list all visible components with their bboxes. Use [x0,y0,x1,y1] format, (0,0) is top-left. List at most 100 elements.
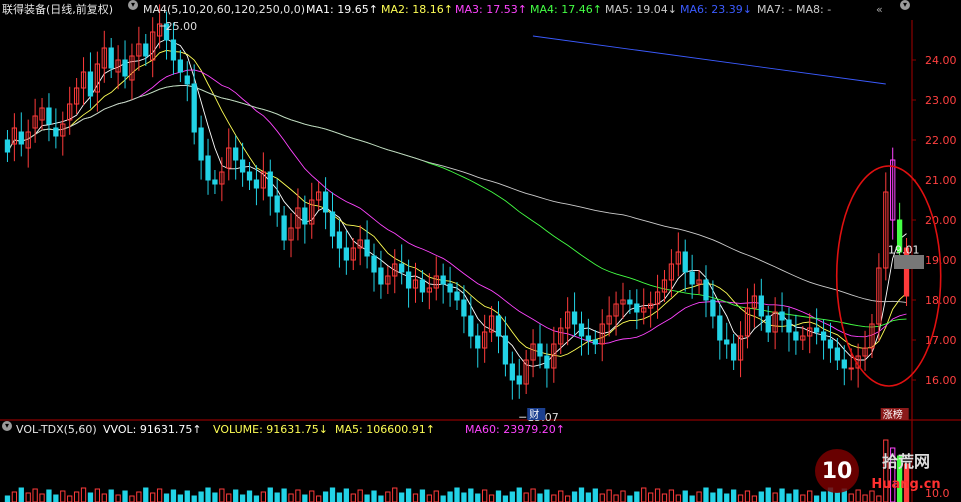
candle [108,47,114,69]
volume-bar [25,492,31,502]
volume-bar [668,489,675,502]
volume-bar [4,495,11,502]
candle [544,355,550,369]
svg-text:10: 10 [822,459,853,484]
candle [724,339,730,345]
volume-bar [530,488,536,502]
volume-bar [385,491,391,502]
candle [440,275,446,285]
candle [170,39,177,61]
price-header: 联得装备(日线,前复权) ▾ MA4(5,10,20,60,120,250,0,… [0,0,961,20]
volume-bar [233,489,239,502]
candle [447,283,453,293]
volume-bar [571,491,578,502]
candle [177,59,184,73]
candle [4,139,11,153]
candle [191,83,197,133]
volume-bar [108,489,114,502]
candle [834,347,841,361]
volume-bar [703,487,709,502]
candle [233,147,239,161]
candle [848,367,854,370]
candle [509,363,515,381]
candle [813,327,820,333]
volume-bar [592,488,598,502]
candle [703,279,709,301]
volume-bar [558,490,564,502]
ma-setting[interactable]: MA4(5,10,20,60,120,250,0,0) [143,0,305,20]
volume-bar [184,490,190,502]
candle [302,207,308,225]
volume-bar [800,494,806,502]
candle [454,291,460,301]
candle [336,231,343,249]
volume-bar [156,488,163,502]
candle [246,171,253,181]
volume-bar [253,495,260,502]
volume-bar [516,487,522,502]
volume-bar [60,490,66,502]
volume-bar [295,489,301,502]
volume-bar [495,490,502,502]
y-tick-label: 16.00 [925,374,957,387]
candle [502,335,509,365]
volume-bar [454,487,460,502]
volume-bar [371,490,377,502]
ma3-value: MA3: 17.53↑ [455,3,527,16]
vvol-value: VVOL: 91631.75↑ [103,423,202,436]
volume-bar [565,495,571,502]
volume-bar [101,493,107,502]
volume-bar [461,492,467,502]
volume-header: ▾ VOL-TDX(5,60) VVOL: 91631.75↑ VOLUME: … [0,421,961,439]
volume-bar [696,491,702,502]
candle [122,59,128,77]
volume-bar [281,488,287,502]
volume-bar [322,491,329,502]
candle [371,255,377,273]
volume-bar [772,492,778,502]
candle [281,215,287,241]
candle [537,343,543,357]
volume-bar [412,493,419,502]
candle [143,43,149,57]
candle [578,323,585,337]
volume-bar [710,492,716,502]
volume-bar [468,488,474,502]
candle [627,299,633,305]
svg-text:Huang.cn: Huang.cn [871,477,940,492]
volume-bar [689,495,695,502]
volume-bar [758,491,764,502]
volume-bar [260,491,266,502]
volume-bar [724,493,730,502]
candle [53,127,59,137]
volume-bar [675,494,681,502]
volume-bar [136,491,142,502]
volume-bar [475,493,481,502]
candle [212,179,218,185]
candle [184,75,190,85]
volume-bar [129,495,135,502]
candle [717,315,723,341]
ma7-value: MA7: - [757,3,793,16]
volume-bar [599,493,605,502]
volume-bar [537,493,543,502]
candle [253,179,260,189]
candle [274,195,280,213]
volume-bar [198,491,204,502]
volume-bar [212,492,218,502]
candle [18,131,24,145]
candle [461,299,467,317]
candle [786,319,792,333]
candles [4,4,910,400]
volume-bar [634,491,640,502]
volume-bar [39,493,45,502]
candle [710,299,716,317]
candle [820,331,827,341]
volume-bar [115,494,121,502]
volume-bar [288,493,294,502]
volume-value: VOLUME: 91631.75↓ [213,423,328,436]
volume-bar [143,487,149,502]
double-chevron-icon[interactable]: « [876,0,883,20]
candle [239,159,246,173]
volume-bar [744,490,751,502]
